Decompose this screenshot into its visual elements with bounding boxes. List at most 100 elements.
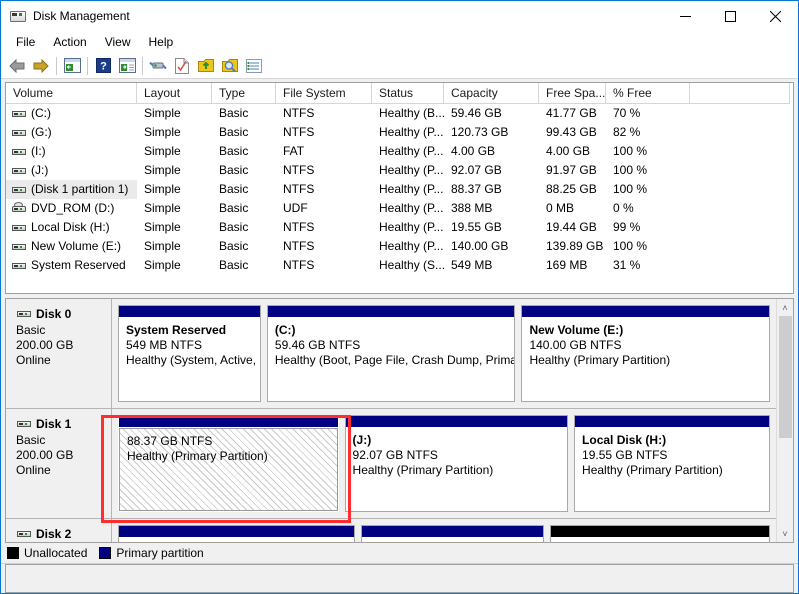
volume-name: New Volume (E:) [31, 237, 121, 256]
volume-icon [11, 240, 27, 254]
column-header-volume[interactable]: Volume [6, 83, 137, 104]
partition-strip: System Reserved549 MB NTFSHealthy (Syste… [112, 299, 776, 408]
volume-name: (Disk 1 partition 1) [31, 180, 128, 199]
volume-list[interactable]: VolumeLayoutTypeFile SystemStatusCapacit… [5, 82, 794, 294]
table-row[interactable]: System ReservedSimpleBasicNTFSHealthy (S… [6, 256, 793, 275]
show-hide-console-tree-icon[interactable] [60, 55, 84, 77]
partition-status: Healthy (Primary Partition) [529, 353, 769, 368]
help-icon[interactable]: ? [91, 55, 115, 77]
disk-row[interactable]: Disk 2Basic (G:) (I:) [6, 519, 776, 542]
volume-name: (J:) [31, 161, 48, 180]
volume-name: Local Disk (H:) [31, 218, 110, 237]
svg-text:?: ? [100, 61, 107, 73]
partition-status: Healthy (System, Active, [126, 353, 260, 368]
partition-details: (G:) [119, 538, 354, 542]
disk-row[interactable]: Disk 0Basic200.00 GBOnlineSystem Reserve… [6, 299, 776, 409]
cell-type: Basic [212, 180, 276, 199]
cell-volume: System Reserved [6, 256, 137, 275]
back-icon[interactable] [5, 55, 29, 77]
partition-block[interactable]: New Volume (E:)140.00 GB NTFSHealthy (Pr… [521, 305, 770, 402]
partition-size: 549 MB NTFS [126, 338, 260, 353]
column-header-free-spa[interactable]: Free Spa... [539, 83, 606, 104]
cell-free-space: 169 MB [539, 256, 606, 275]
minimize-button[interactable] [663, 1, 708, 31]
menu-view[interactable]: View [96, 33, 140, 51]
column-header-capacity[interactable]: Capacity [444, 83, 539, 104]
status-bar [1, 563, 798, 593]
cell-percent-free: 31 % [606, 256, 690, 275]
partition-size: 19.55 GB NTFS [582, 448, 769, 463]
menu-help[interactable]: Help [140, 33, 183, 51]
column-header-free[interactable]: % Free [606, 83, 690, 104]
column-header-layout[interactable]: Layout [137, 83, 212, 104]
cell-status: Healthy (P... [372, 199, 444, 218]
disk-row[interactable]: Disk 1Basic200.00 GBOnline88.37 GB NTFSH… [6, 409, 776, 519]
column-header-status[interactable]: Status [372, 83, 444, 104]
partition-block[interactable]: (J:)92.07 GB NTFSHealthy (Primary Partit… [345, 415, 569, 512]
partition-block[interactable]: (G:) [118, 525, 355, 542]
column-header-type[interactable]: Type [212, 83, 276, 104]
properties-icon[interactable] [170, 55, 194, 77]
disk-info-panel[interactable]: Disk 1Basic200.00 GBOnline [6, 409, 112, 518]
forward-icon[interactable] [29, 55, 53, 77]
disk-graphical-view[interactable]: Disk 0Basic200.00 GBOnlineSystem Reserve… [5, 298, 794, 543]
scrollbar-thumb[interactable] [779, 316, 792, 438]
disk-name: Disk 2 [36, 527, 71, 541]
table-row[interactable]: Local Disk (H:)SimpleBasicNTFSHealthy (P… [6, 218, 793, 237]
partition-block[interactable] [550, 525, 770, 542]
volume-name: (I:) [31, 142, 46, 161]
cell-free-space: 99.43 GB [539, 123, 606, 142]
partition-details: (I:) [362, 538, 543, 542]
scrollbar-track[interactable] [777, 316, 793, 525]
scroll-down-arrow[interactable]: ˅ [777, 525, 793, 542]
menu-file[interactable]: File [7, 33, 44, 51]
disk-icon [16, 417, 32, 431]
disk-info-panel[interactable]: Disk 0Basic200.00 GBOnline [6, 299, 112, 408]
find-icon[interactable] [218, 55, 242, 77]
volume-icon [11, 145, 27, 159]
table-row[interactable]: New Volume (E:)SimpleBasicNTFSHealthy (P… [6, 237, 793, 256]
volume-icon [11, 183, 27, 197]
cell-status: Healthy (S... [372, 256, 444, 275]
partition-block[interactable]: (C:)59.46 GB NTFSHealthy (Boot, Page Fil… [267, 305, 516, 402]
legend-item-primary-partition: Primary partition [99, 546, 203, 560]
rescan-disks-icon[interactable] [146, 55, 170, 77]
partition-block[interactable]: 88.37 GB NTFSHealthy (Primary Partition) [118, 415, 339, 512]
menu-action[interactable]: Action [44, 33, 95, 51]
cell-free-space: 88.25 GB [539, 180, 606, 199]
close-button[interactable] [753, 1, 798, 31]
cell-file-system: NTFS [276, 123, 372, 142]
disk-type: Basic [16, 433, 111, 448]
table-row[interactable]: (C:)SimpleBasicNTFSHealthy (B...59.46 GB… [6, 104, 793, 123]
table-row[interactable]: (I:)SimpleBasicFATHealthy (P...4.00 GB4.… [6, 142, 793, 161]
partition-color-bar [346, 416, 568, 428]
table-row[interactable]: DVD_ROM (D:)SimpleBasicUDFHealthy (P...3… [6, 199, 793, 218]
column-header-file-system[interactable]: File System [276, 83, 372, 104]
partition-strip: 88.37 GB NTFSHealthy (Primary Partition)… [112, 409, 776, 518]
scroll-up-arrow[interactable]: ˄ [777, 299, 793, 316]
cell-percent-free: 100 % [606, 180, 690, 199]
cell-volume: (Disk 1 partition 1) [6, 180, 137, 199]
disk-view-scrollbar[interactable]: ˄ ˅ [776, 299, 793, 542]
partition-block[interactable]: Local Disk (H:)19.55 GB NTFSHealthy (Pri… [574, 415, 770, 512]
cell-type: Basic [212, 218, 276, 237]
cell-free-space: 41.77 GB [539, 104, 606, 123]
disk-info-panel[interactable]: Disk 2Basic [6, 519, 112, 542]
table-row[interactable]: (J:)SimpleBasicNTFSHealthy (P...92.07 GB… [6, 161, 793, 180]
column-header-blank[interactable] [690, 83, 790, 104]
export-list-icon[interactable] [194, 55, 218, 77]
cell-layout: Simple [137, 104, 212, 123]
cell-volume: (J:) [6, 161, 137, 180]
maximize-button[interactable] [708, 1, 753, 31]
table-row[interactable]: (Disk 1 partition 1)SimpleBasicNTFSHealt… [6, 180, 793, 199]
partition-block[interactable]: (I:) [361, 525, 544, 542]
partition-block[interactable]: System Reserved549 MB NTFSHealthy (Syste… [118, 305, 261, 402]
volume-icon [11, 126, 27, 140]
detail-view-icon[interactable] [242, 55, 266, 77]
volume-list-body[interactable]: (C:)SimpleBasicNTFSHealthy (B...59.46 GB… [6, 104, 793, 293]
cell-capacity: 140.00 GB [444, 237, 539, 256]
show-hide-action-pane-icon[interactable] [115, 55, 139, 77]
table-row[interactable]: (G:)SimpleBasicNTFSHealthy (P...120.73 G… [6, 123, 793, 142]
partition-color-bar [268, 306, 515, 318]
partition-label: (J:) [353, 433, 568, 448]
